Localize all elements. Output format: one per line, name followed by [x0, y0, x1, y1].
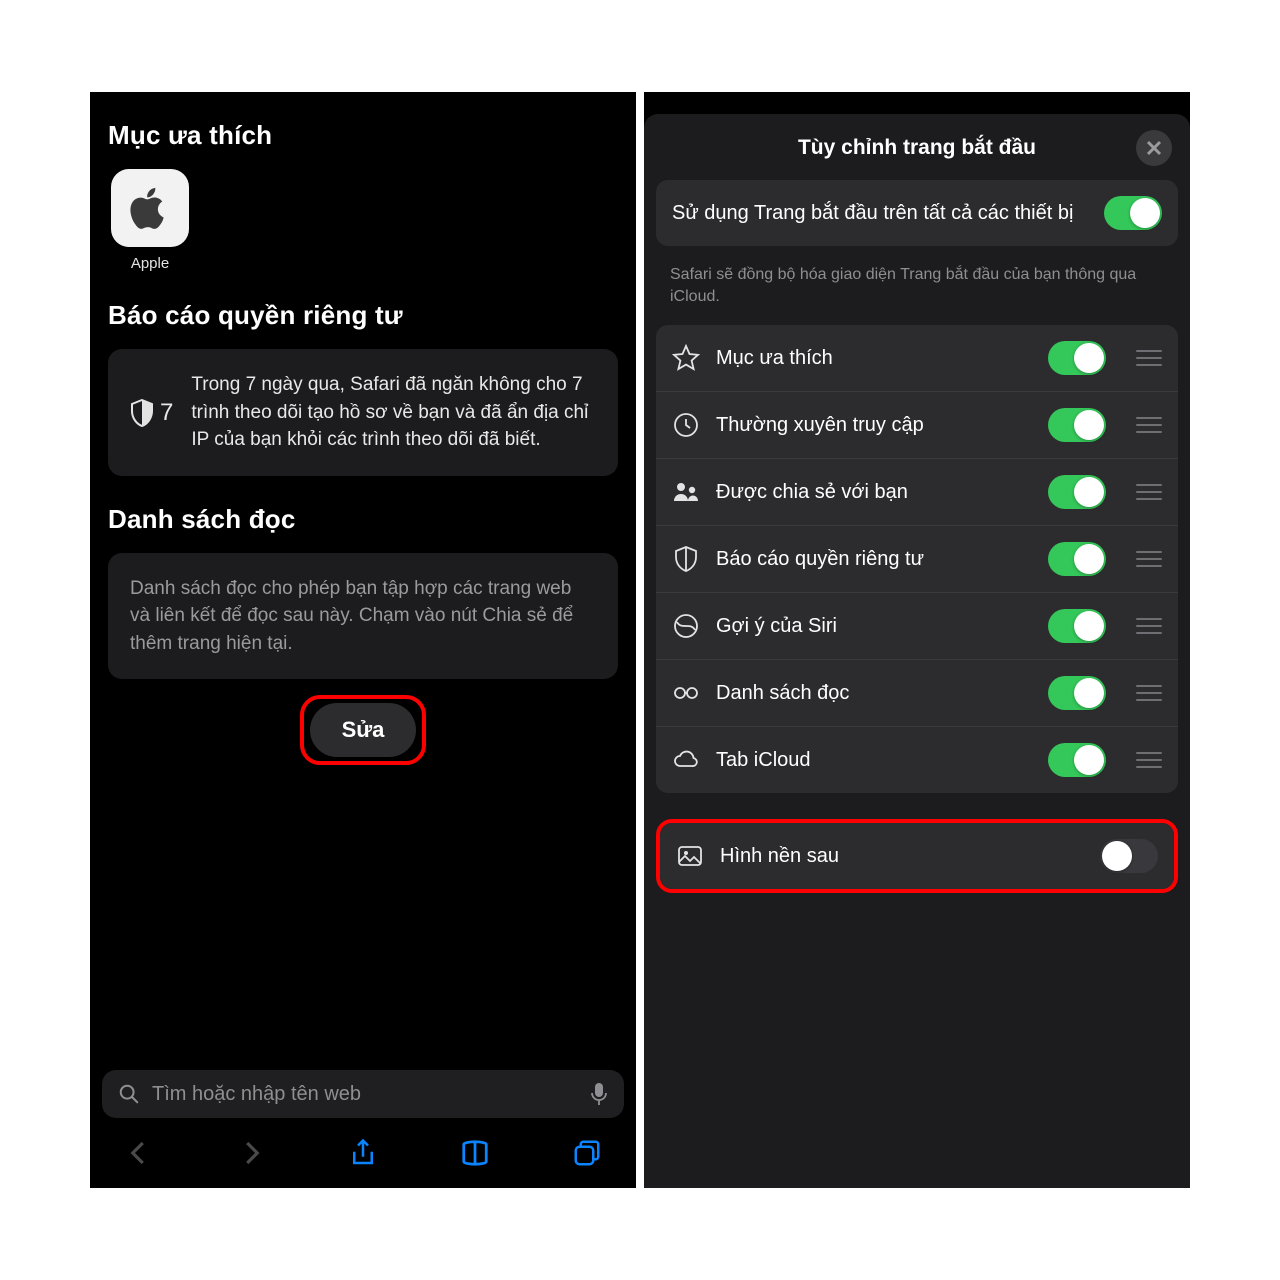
sync-label: Sử dụng Trang bắt đầu trên tất cả các th… — [672, 200, 1088, 226]
row-label: Gợi ý của Siri — [716, 613, 1032, 639]
row-privacy-report[interactable]: Báo cáo quyền riêng tư — [656, 526, 1178, 593]
bottom-toolbar — [90, 1126, 636, 1188]
bookmarks-icon[interactable] — [460, 1138, 490, 1168]
share-icon[interactable] — [348, 1138, 378, 1168]
toggle[interactable] — [1048, 475, 1106, 509]
glasses-icon — [672, 679, 700, 707]
star-icon — [672, 344, 700, 372]
tracker-count: 7 — [160, 399, 173, 427]
privacy-card[interactable]: 7 Trong 7 ngày qua, Safari đã ngăn không… — [108, 349, 618, 476]
toggle[interactable] — [1048, 743, 1106, 777]
drag-handle-icon[interactable] — [1136, 752, 1162, 768]
row-frequently-visited[interactable]: Thường xuyên truy cập — [656, 392, 1178, 459]
toggle[interactable] — [1048, 676, 1106, 710]
privacy-description: Trong 7 ngày qua, Safari đã ngăn không c… — [191, 371, 596, 454]
toggle[interactable] — [1048, 341, 1106, 375]
row-background-image[interactable]: Hình nền sau — [660, 823, 1174, 889]
toggle[interactable] — [1048, 609, 1106, 643]
favorite-label: Apple — [131, 255, 169, 272]
siri-icon — [672, 612, 700, 640]
close-button[interactable] — [1136, 130, 1172, 166]
row-reading-list[interactable]: Danh sách đọc — [656, 660, 1178, 727]
reading-card: Danh sách đọc cho phép bạn tập hợp các t… — [108, 553, 618, 680]
privacy-heading: Báo cáo quyền riêng tư — [108, 300, 618, 331]
favorites-heading: Mục ưa thích — [108, 120, 618, 151]
row-label: Báo cáo quyền riêng tư — [716, 546, 1032, 572]
edit-highlight: Sửa — [300, 695, 427, 765]
row-label: Thường xuyên truy cập — [716, 412, 1032, 438]
reading-description: Danh sách đọc cho phép bạn tập hợp các t… — [130, 575, 596, 658]
tabs-icon[interactable] — [572, 1138, 602, 1168]
forward-icon[interactable] — [236, 1138, 266, 1168]
people-icon — [672, 478, 700, 506]
sheet-title: Tùy chỉnh trang bắt đầu — [798, 136, 1036, 160]
row-siri-suggestions[interactable]: Gợi ý của Siri — [656, 593, 1178, 660]
clock-icon — [672, 411, 700, 439]
apple-logo-icon — [129, 183, 171, 233]
cloud-icon — [672, 746, 700, 774]
mic-icon[interactable] — [590, 1082, 608, 1106]
toggle[interactable] — [1048, 542, 1106, 576]
sync-toggle[interactable] — [1104, 196, 1162, 230]
sync-row[interactable]: Sử dụng Trang bắt đầu trên tất cả các th… — [656, 180, 1178, 246]
shield-icon — [130, 399, 154, 427]
favorite-tile[interactable] — [111, 169, 189, 247]
drag-handle-icon[interactable] — [1136, 551, 1162, 567]
drag-handle-icon[interactable] — [1136, 484, 1162, 500]
toggle[interactable] — [1048, 408, 1106, 442]
shield-icon — [672, 545, 700, 573]
drag-handle-icon[interactable] — [1136, 350, 1162, 366]
edit-button[interactable]: Sửa — [310, 703, 417, 757]
search-placeholder: Tìm hoặc nhập tên web — [152, 1083, 578, 1106]
reading-heading: Danh sách đọc — [108, 504, 618, 535]
row-label: Tab iCloud — [716, 747, 1032, 773]
search-icon — [118, 1083, 140, 1105]
row-favorites[interactable]: Mục ưa thích — [656, 325, 1178, 392]
background-highlight: Hình nền sau — [656, 819, 1178, 893]
drag-handle-icon[interactable] — [1136, 417, 1162, 433]
close-icon — [1146, 140, 1162, 156]
picture-icon — [676, 842, 704, 870]
search-bar[interactable]: Tìm hoặc nhập tên web — [102, 1070, 624, 1118]
sync-footer: Safari sẽ đồng bộ hóa giao diện Trang bắ… — [656, 256, 1178, 325]
favorite-apple[interactable]: Apple — [108, 169, 192, 272]
drag-handle-icon[interactable] — [1136, 685, 1162, 701]
row-label: Danh sách đọc — [716, 680, 1032, 706]
row-icloud-tabs[interactable]: Tab iCloud — [656, 727, 1178, 793]
row-shared-with-you[interactable]: Được chia sẻ với bạn — [656, 459, 1178, 526]
row-label: Mục ưa thích — [716, 345, 1032, 371]
drag-handle-icon[interactable] — [1136, 618, 1162, 634]
row-label: Được chia sẻ với bạn — [716, 479, 1032, 505]
back-icon[interactable] — [124, 1138, 154, 1168]
background-toggle[interactable] — [1100, 839, 1158, 873]
customize-start-page-sheet: Tùy chỉnh trang bắt đầu Sử dụng Trang bắ… — [644, 92, 1190, 1188]
safari-start-page: Mục ưa thích Apple Báo cáo quyền riêng t… — [90, 92, 636, 1188]
background-label: Hình nền sau — [720, 843, 1084, 869]
